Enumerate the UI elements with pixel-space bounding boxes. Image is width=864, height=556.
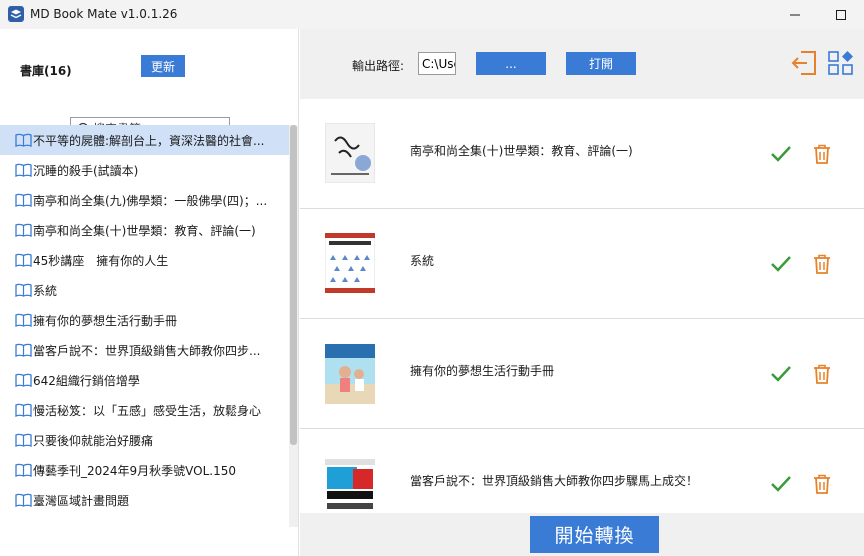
- output-path-input[interactable]: [418, 52, 456, 75]
- book-list-item[interactable]: 擁有你的夢想生活行動手冊: [0, 305, 289, 335]
- book-title: 系統: [33, 283, 58, 298]
- start-convert-button[interactable]: 開始轉換: [530, 516, 659, 553]
- trash-icon[interactable]: [813, 144, 831, 164]
- check-icon: [771, 366, 791, 382]
- book-list-item[interactable]: 只要後仰就能治好腰痛: [0, 425, 289, 455]
- book-list-item[interactable]: 沉睡的殺手(試讀本): [0, 155, 289, 185]
- book-icon: [15, 163, 32, 177]
- conversion-item: 擁有你的夢想生活行動手冊: [300, 319, 864, 429]
- conversion-title: 擁有你的夢想生活行動手冊: [410, 364, 555, 378]
- book-cover-image: [325, 123, 375, 183]
- book-title: 沉睡的殺手(試讀本): [33, 163, 139, 178]
- book-cover-image: [325, 455, 375, 513]
- check-icon: [771, 256, 791, 272]
- book-title: 南亭和尚全集(九)佛學類：一般佛學(四)；...: [33, 193, 268, 208]
- book-icon: [15, 373, 32, 387]
- book-title: 只要後仰就能治好腰痛: [33, 433, 154, 448]
- trash-icon[interactable]: [813, 364, 831, 384]
- book-list-item[interactable]: 系統: [0, 275, 289, 305]
- book-cover-image: [325, 344, 375, 404]
- minimize-button[interactable]: [772, 0, 818, 29]
- grid-view-icon[interactable]: [827, 49, 855, 77]
- conversion-item: 系統: [300, 209, 864, 319]
- scrollbar-thumb[interactable]: [290, 125, 297, 445]
- browse-button[interactable]: ...: [476, 52, 546, 75]
- book-list-item[interactable]: 不平等的屍體:解剖台上，資深法醫的社會...: [0, 125, 289, 155]
- book-list-item[interactable]: 當客戶說不：世界頂級銷售大師教你四步...: [0, 335, 289, 365]
- output-path-label: 輸出路徑:: [352, 59, 405, 73]
- title-bar: MD Book Mate v1.0.1.26: [0, 0, 864, 29]
- book-list-item[interactable]: 慢活秘笈：以「五感」感受生活，放鬆身心: [0, 395, 289, 425]
- conversion-item: 南亭和尚全集(十)世學類：教育、評論(一): [300, 99, 864, 209]
- library-count-label: 書庫(16): [20, 64, 72, 78]
- output-toolbar: 輸出路徑: ... 打開: [300, 29, 864, 99]
- book-icon: [15, 403, 32, 417]
- book-icon: [15, 253, 32, 267]
- book-cover-image: [325, 233, 375, 293]
- book-icon: [15, 313, 32, 327]
- trash-icon[interactable]: [813, 474, 831, 494]
- conversion-title: 系統: [410, 254, 435, 268]
- book-list-item[interactable]: 南亭和尚全集(十)世學類：教育、評論(一): [0, 215, 289, 245]
- maximize-button[interactable]: [818, 0, 864, 29]
- book-title: 45秒講座 擁有你的人生: [33, 253, 169, 268]
- book-title: 南亭和尚全集(十)世學類：教育、評論(一): [33, 223, 256, 238]
- exit-icon[interactable]: [791, 49, 819, 77]
- book-title: 642組織行銷倍增學: [33, 373, 140, 388]
- trash-icon[interactable]: [813, 254, 831, 274]
- book-title: 傳藝季刊_2024年9月秋季號VOL.150: [33, 463, 237, 478]
- book-title: 臺灣區域計畫問題: [33, 493, 130, 508]
- book-icon: [15, 463, 32, 477]
- book-list: 不平等的屍體:解剖台上，資深法醫的社會... 沉睡的殺手(試讀本) 南亭和尚全集(九…: [0, 125, 289, 515]
- book-list-item[interactable]: 南亭和尚全集(九)佛學類：一般佛學(四)；...: [0, 185, 289, 215]
- check-icon: [771, 476, 791, 492]
- conversion-item: 當客戶說不：世界頂級銷售大師教你四步驟馬上成交！: [300, 429, 864, 513]
- book-title: 擁有你的夢想生活行動手冊: [33, 313, 178, 328]
- book-icon: [15, 433, 32, 447]
- book-icon: [15, 223, 32, 237]
- window-title: MD Book Mate v1.0.1.26: [30, 7, 178, 21]
- book-list-scrollbar[interactable]: [289, 125, 298, 527]
- book-icon: [15, 493, 32, 507]
- book-list-item[interactable]: 傳藝季刊_2024年9月秋季號VOL.150: [0, 455, 289, 485]
- app-logo-icon: [8, 6, 24, 22]
- book-icon: [15, 343, 32, 357]
- conversion-title: 南亭和尚全集(十)世學類：教育、評論(一): [410, 144, 633, 158]
- bottom-bar: 開始轉換: [300, 513, 864, 556]
- update-button[interactable]: 更新: [141, 55, 185, 77]
- conversion-list: 南亭和尚全集(十)世學類：教育、評論(一) 系統 擁有你的夢想生活行動手冊 當客…: [300, 99, 864, 513]
- conversion-title: 當客戶說不：世界頂級銷售大師教你四步驟馬上成交！: [410, 474, 699, 488]
- book-title: 當客戶說不：世界頂級銷售大師教你四步...: [33, 343, 261, 358]
- book-list-item[interactable]: 642組織行銷倍增學: [0, 365, 289, 395]
- book-icon: [15, 193, 32, 207]
- book-icon: [15, 283, 32, 297]
- book-list-item[interactable]: 45秒講座 擁有你的人生: [0, 245, 289, 275]
- open-folder-button[interactable]: 打開: [566, 52, 636, 75]
- book-title: 不平等的屍體:解剖台上，資深法醫的社會...: [33, 133, 265, 148]
- book-list-item[interactable]: 臺灣區域計畫問題: [0, 485, 289, 515]
- book-icon: [15, 133, 32, 147]
- book-title: 慢活秘笈：以「五感」感受生活，放鬆身心: [33, 403, 262, 418]
- check-icon: [771, 146, 791, 162]
